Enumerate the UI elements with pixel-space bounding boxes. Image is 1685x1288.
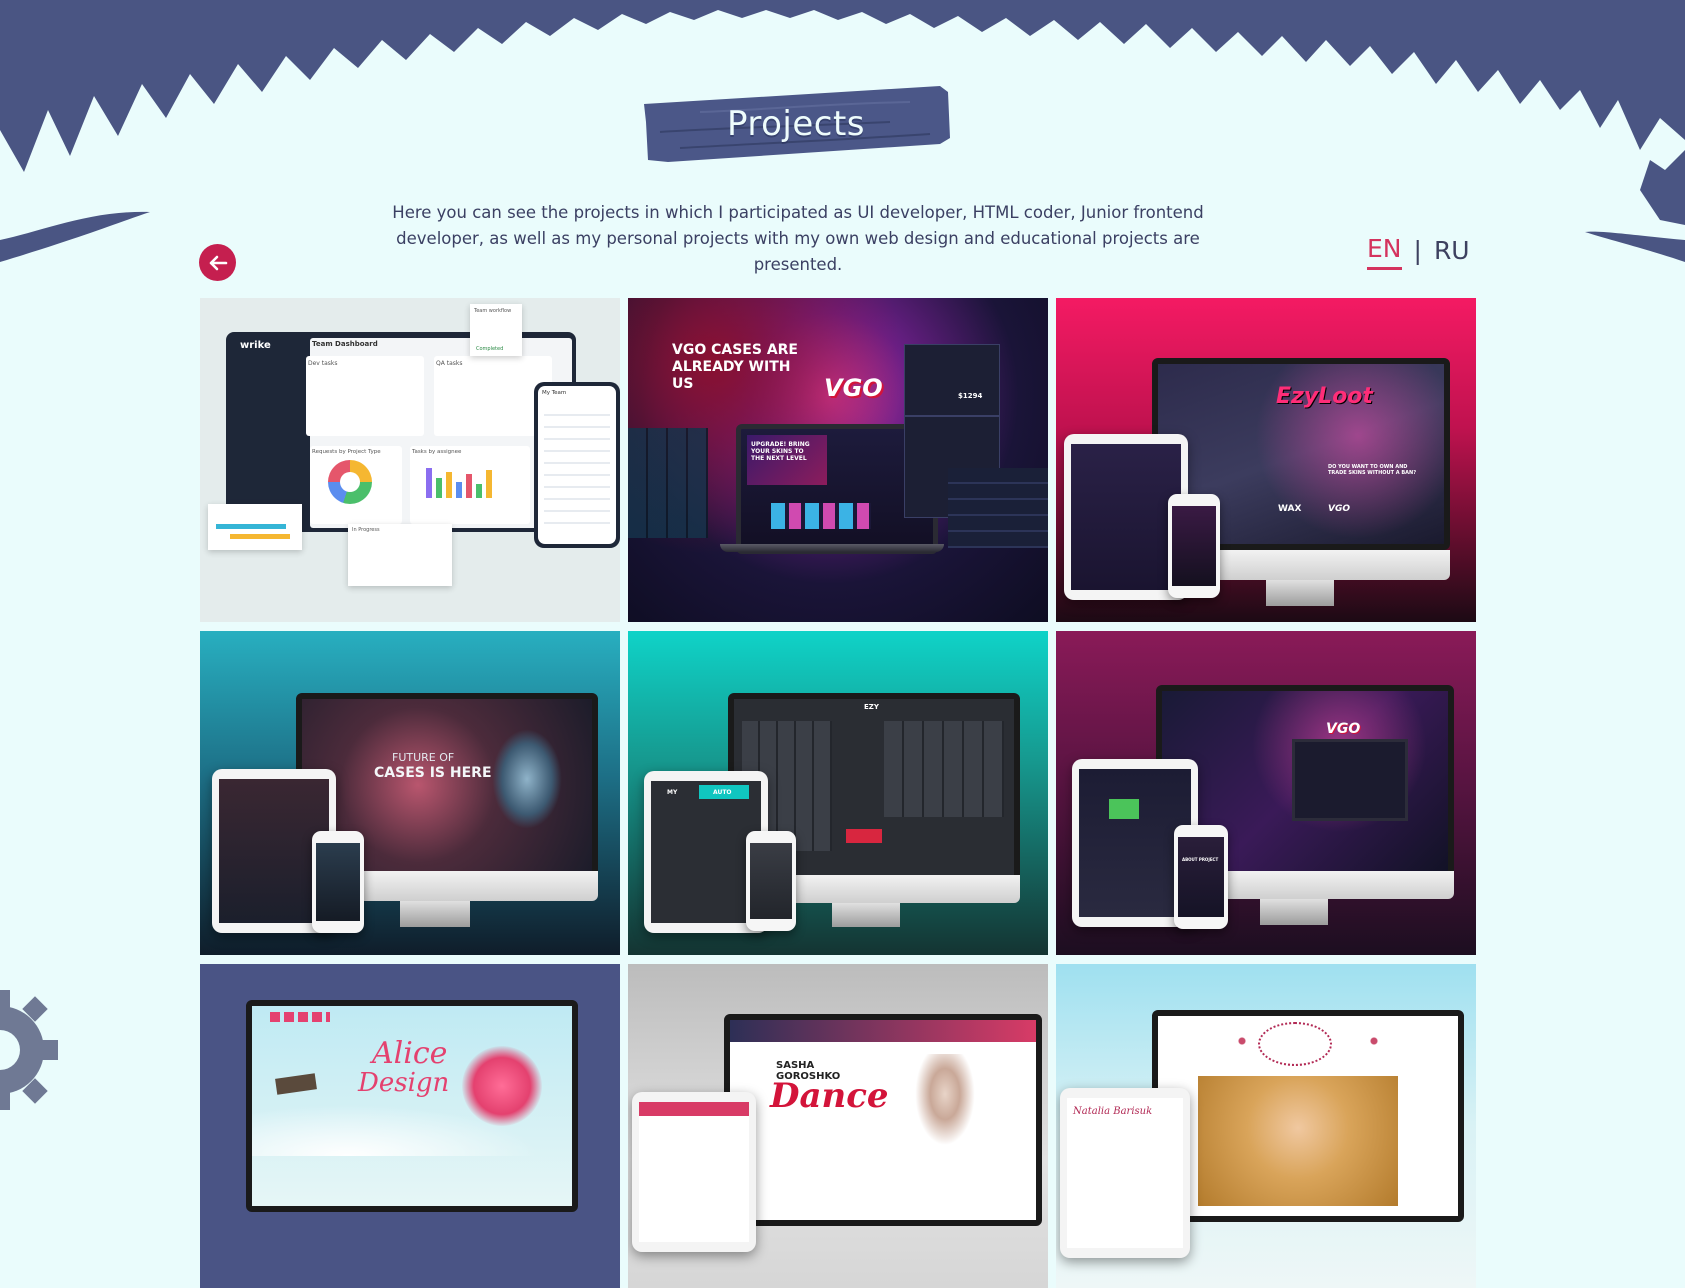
language-en[interactable]: EN — [1367, 234, 1402, 270]
alice-logo-line1: Alice — [372, 1036, 448, 1071]
ezy-tab-auto: AUTO — [713, 789, 732, 796]
language-ru[interactable]: RU — [1434, 236, 1470, 269]
vgo-project-tag: ABOUT PROJECT — [1182, 857, 1219, 862]
project-card-natalia-barisuk[interactable]: Natalia Barisuk — [1056, 964, 1476, 1288]
vgo-headline: VGO CASES ARE ALREADY WITH US — [672, 342, 798, 392]
language-separator: | — [1413, 235, 1422, 265]
ezyloot-logo: EzyLoot — [1276, 384, 1373, 409]
project-card-ezy-market[interactable]: EZY MY AUTO — [628, 631, 1048, 955]
wrike-my-team: My Team — [542, 390, 567, 396]
ezy-logo: EZY — [864, 703, 879, 711]
vgo-project-logo: VGO — [1326, 721, 1361, 737]
project-card-vgo-project[interactable]: VGO ABOUT PROJECT — [1056, 631, 1476, 955]
wrike-dev-tasks: Dev tasks — [308, 360, 338, 367]
sasha-dance-word: Dance — [770, 1076, 889, 1116]
natalia-signature: Natalia Barisuk — [1073, 1106, 1153, 1117]
arrow-left-icon — [209, 255, 227, 270]
ezyloot-question: DO YOU WANT TO OWN AND TRADE SKINS WITHO… — [1328, 464, 1417, 476]
vgo-logo: VGO — [824, 374, 883, 402]
wrike-team-workflow: Team workflow — [474, 308, 512, 314]
wrike-completed-badge: Completed — [476, 346, 504, 352]
future-line2: CASES IS HERE — [374, 765, 492, 781]
wrike-heading: Team Dashboard — [312, 340, 378, 348]
future-line1: FUTURE OF — [392, 751, 455, 764]
gear-decoration-icon — [0, 990, 58, 1110]
project-card-future-cases[interactable]: FUTURE OF CASES IS HERE — [200, 631, 620, 955]
wrike-chart2-title: Tasks by assignee — [412, 449, 462, 455]
vgo-price: $1294 — [958, 392, 983, 400]
vgo-promo: UPGRADE! BRING YOUR SKINS TO THE NEXT LE… — [751, 441, 810, 462]
ezyloot-partner-vgo: VGO — [1328, 504, 1351, 514]
intro-text: Here you can see the projects in which I… — [392, 203, 1204, 274]
project-card-wrike[interactable]: wrike Team Dashboard Dev tasks QA tasks … — [200, 298, 620, 622]
project-card-alice-design[interactable]: Alice Design — [200, 964, 620, 1288]
language-switcher: EN | RU — [1367, 234, 1470, 270]
alice-logo-line2: Design — [358, 1068, 450, 1098]
ezy-tab-my: MY — [667, 789, 678, 796]
ezyloot-partner-wax: WAX — [1278, 504, 1302, 514]
page-title: Projects — [726, 104, 866, 144]
wrike-inprogress-badge: In Progress — [352, 527, 380, 533]
back-button[interactable] — [199, 244, 236, 281]
wrike-chart1-title: Requests by Project Type — [312, 449, 381, 455]
project-card-easyloot[interactable]: EzyLoot DO YOU WANT TO OWN AND TRADE SKI… — [1056, 298, 1476, 622]
project-card-sasha-goroshko[interactable]: SASHA GOROSHKO Dance — [628, 964, 1048, 1288]
wrike-logo-text: wrike — [240, 340, 271, 351]
projects-grid: wrike Team Dashboard Dev tasks QA tasks … — [200, 298, 1476, 1288]
project-card-vgo-cases[interactable]: VGO CASES ARE ALREADY WITH US VGO $1294 … — [628, 298, 1048, 622]
wrike-qa-tasks: QA tasks — [436, 360, 463, 367]
